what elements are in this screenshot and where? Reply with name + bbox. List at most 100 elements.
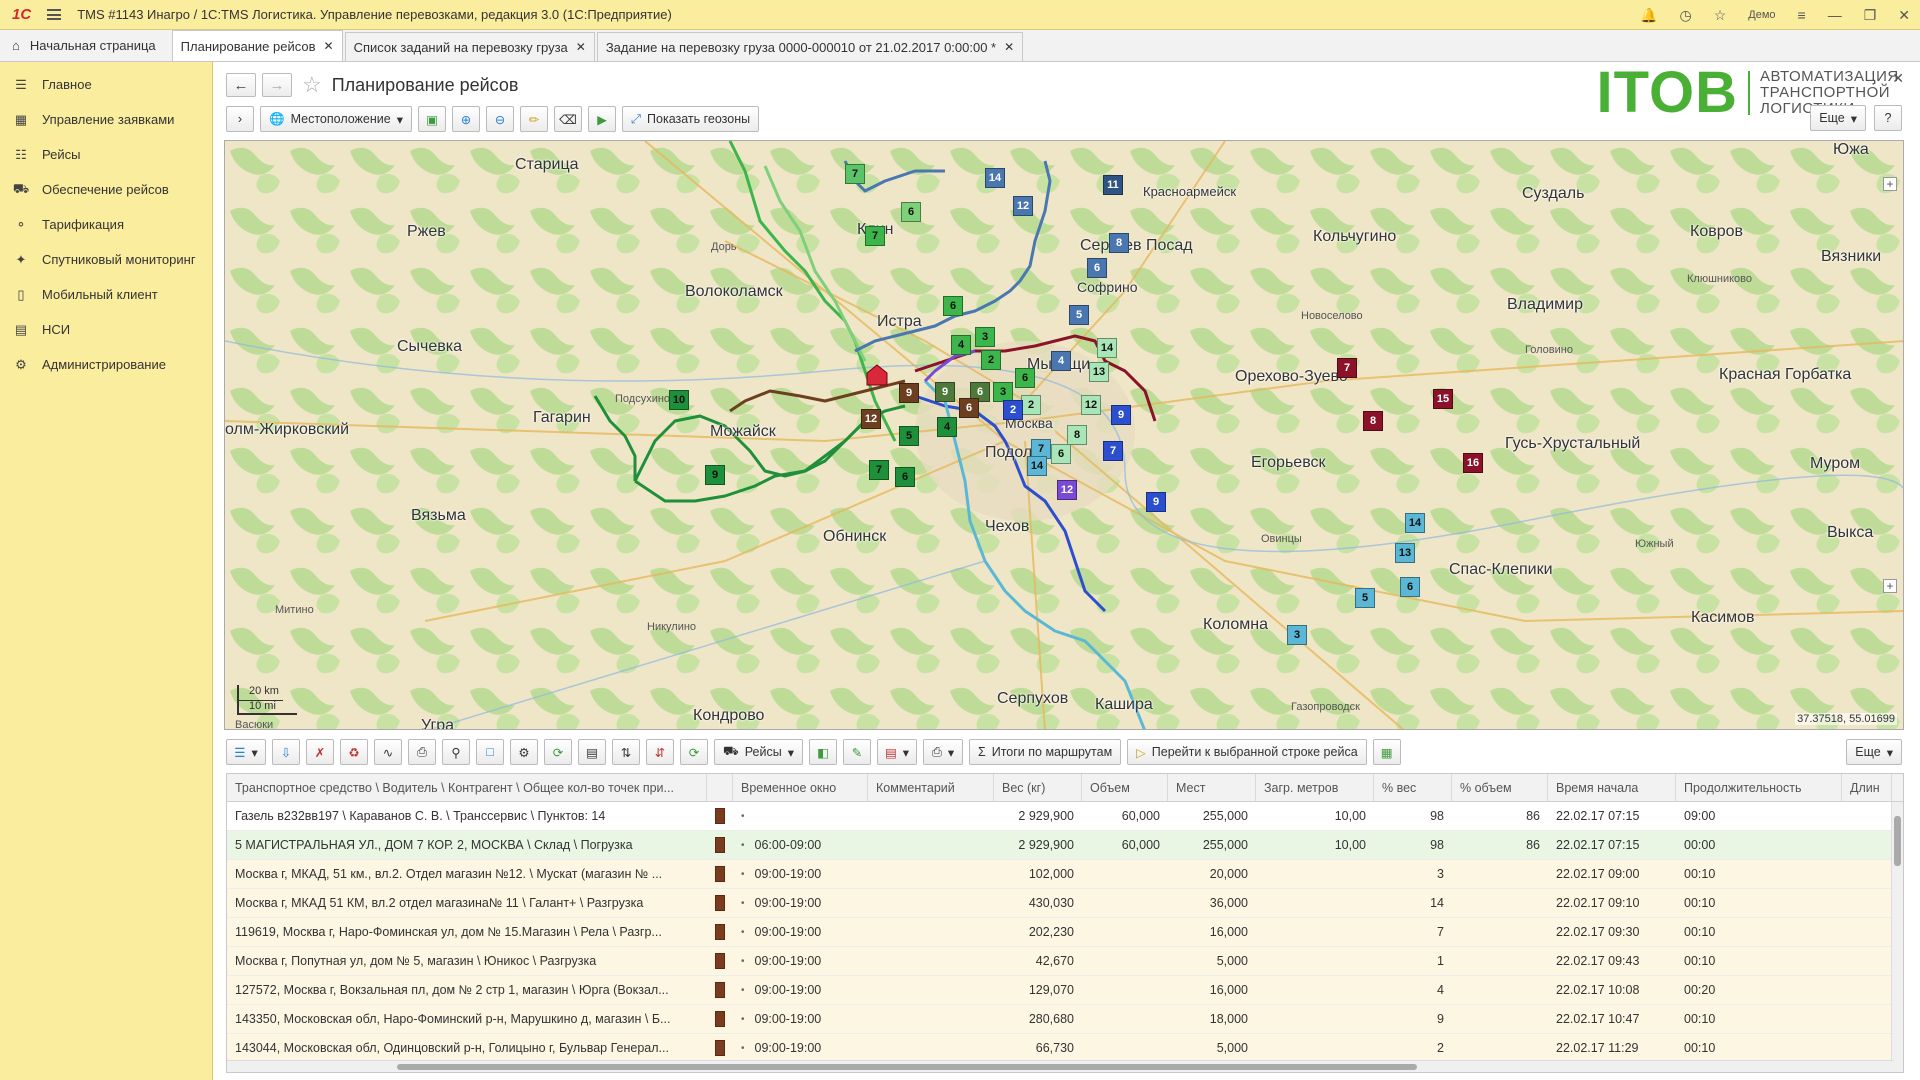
zoom-out-button[interactable]: ⊖ xyxy=(486,106,514,132)
route-point-marker[interactable]: 14 xyxy=(1027,456,1047,476)
table-row[interactable]: Москва г, Попутная ул, дом № 5, магазин … xyxy=(227,947,1903,976)
search-route-button[interactable]: ⚲ xyxy=(442,739,470,765)
group-menu-button[interactable]: ☰ ▾ xyxy=(226,739,266,765)
map-expand-icon[interactable]: + xyxy=(1883,177,1897,191)
route-point-marker[interactable]: 5 xyxy=(1069,305,1089,325)
route-point-marker[interactable]: 8 xyxy=(1067,425,1087,445)
route-point-marker[interactable]: 15 xyxy=(1433,389,1453,409)
route-point-marker[interactable]: 5 xyxy=(1355,588,1375,608)
more-button[interactable]: Еще ▾ xyxy=(1810,105,1866,131)
help-button[interactable]: ? xyxy=(1874,105,1902,131)
route-point-marker[interactable]: 3 xyxy=(1287,625,1307,645)
route-point-marker[interactable]: 6 xyxy=(901,202,921,222)
sidebar-item-trips[interactable]: ☷ Рейсы xyxy=(0,137,212,172)
route-point-marker[interactable]: 13 xyxy=(1395,543,1415,563)
assign-button[interactable]: ♻ xyxy=(340,739,368,765)
route-point-marker[interactable]: 8 xyxy=(1109,233,1129,253)
scroll-thumb[interactable] xyxy=(1894,816,1901,866)
horizontal-scrollbar[interactable] xyxy=(227,1060,1893,1072)
sidebar-item-orders[interactable]: ▦ Управление заявками xyxy=(0,102,212,137)
copy-route-button[interactable]: ⎙ xyxy=(408,739,436,765)
show-geozones-button[interactable]: ⤢ Показать геозоны xyxy=(622,106,760,132)
column-header[interactable]: Продолжительность xyxy=(1676,774,1842,801)
optimize-button[interactable]: ⚙ xyxy=(510,739,538,765)
sort-asc-button[interactable]: ⇅ xyxy=(612,739,640,765)
table-row[interactable]: 119619, Москва г, Наро-Фоминская ул, дом… xyxy=(227,918,1903,947)
route-point-marker[interactable]: 6 xyxy=(1015,368,1035,388)
route-point-marker[interactable]: 12 xyxy=(1013,196,1033,216)
route-point-marker[interactable]: 11 xyxy=(1103,175,1123,195)
close-tab-icon[interactable]: ✕ xyxy=(1004,40,1014,54)
table-row[interactable]: 127572, Москва г, Вокзальная пл, дом № 2… xyxy=(227,976,1903,1005)
route-point-marker[interactable]: 13 xyxy=(1089,362,1109,382)
route-point-marker[interactable]: 14 xyxy=(1405,513,1425,533)
document-button[interactable]: ▤ xyxy=(578,739,606,765)
edit-button[interactable]: ✎ xyxy=(842,739,871,765)
fit-map-button[interactable]: ▣ xyxy=(418,106,446,132)
column-header[interactable]: Объем xyxy=(1082,774,1168,801)
route-point-marker[interactable]: 6 xyxy=(943,296,963,316)
route-point-marker[interactable]: 9 xyxy=(1146,492,1166,512)
close-tab-icon[interactable]: ✕ xyxy=(576,40,586,54)
route-point-marker[interactable]: 14 xyxy=(985,168,1005,188)
excel-button[interactable]: ▦ xyxy=(1372,739,1401,765)
route-point-marker[interactable]: 9 xyxy=(899,383,919,403)
favorites-star-icon[interactable]: ☆ xyxy=(1714,7,1727,24)
sidebar-item-admin[interactable]: ⚙ Администрирование xyxy=(0,347,212,382)
route-point-marker[interactable]: 7 xyxy=(869,460,889,480)
route-map[interactable]: Старица Ржев Волоколамск Сычевка Истра Г… xyxy=(224,140,1904,730)
column-header[interactable]: Транспортное средство \ Водитель \ Контр… xyxy=(227,774,707,801)
column-header[interactable] xyxy=(707,774,733,801)
back-button[interactable]: ← xyxy=(226,73,256,97)
refresh-button[interactable]: ⟳ xyxy=(680,739,708,765)
tab-route-planning[interactable]: Планирование рейсов ✕ xyxy=(171,30,343,61)
main-menu-icon[interactable] xyxy=(47,9,62,20)
route-point-marker[interactable]: 9 xyxy=(1111,405,1131,425)
export-button[interactable]: ⇩ xyxy=(272,739,300,765)
ruler-button[interactable]: ✏ xyxy=(520,106,548,132)
sidebar-item-satellite[interactable]: ✦ Спутниковый мониторинг xyxy=(0,242,212,277)
eraser-button[interactable]: ⌫ xyxy=(554,106,582,132)
tab-home[interactable]: ⌂ Начальная страница xyxy=(0,30,172,61)
location-dropdown[interactable]: 🌐 Местоположение ▾ xyxy=(260,106,412,132)
table-row[interactable]: 143350, Московская обл, Наро-Фоминский р… xyxy=(227,1005,1903,1034)
sidebar-item-mobile[interactable]: ▯ Мобильный клиент xyxy=(0,277,212,312)
close-form-icon[interactable]: ✕ xyxy=(1892,70,1904,87)
user-name[interactable]: Демо xyxy=(1748,9,1775,21)
forward-button[interactable]: → xyxy=(262,73,292,97)
route-point-marker[interactable]: 10 xyxy=(669,390,689,410)
column-header[interactable]: Комментарий xyxy=(868,774,994,801)
column-header[interactable]: Вес (кг) xyxy=(994,774,1082,801)
more-vertical-icon[interactable]: ⋮ xyxy=(1866,70,1880,87)
route-point-marker[interactable]: 9 xyxy=(705,465,725,485)
column-header[interactable]: Длин xyxy=(1842,774,1892,801)
route-point-marker[interactable]: 12 xyxy=(1081,395,1101,415)
table-more-button[interactable]: Еще ▾ xyxy=(1846,739,1902,765)
tab-transport-tasks-list[interactable]: Список заданий на перевозку груза ✕ xyxy=(344,32,595,61)
sidebar-item-tariffs[interactable]: ⚬ Тарификация xyxy=(0,207,212,242)
recalc-button[interactable]: ⟳ xyxy=(544,739,572,765)
table-row[interactable]: 5 МАГИСТРАЛЬНАЯ УЛ., ДОМ 7 КОР. 2, МОСКВ… xyxy=(227,831,1903,860)
sidebar-item-nsi[interactable]: ▤ НСИ xyxy=(0,312,212,347)
expand-panel-button[interactable]: › xyxy=(226,106,254,132)
column-header[interactable]: Мест xyxy=(1168,774,1256,801)
route-point-marker[interactable]: 16 xyxy=(1463,453,1483,473)
favorite-star-icon[interactable]: ☆ xyxy=(302,72,322,98)
route-point-marker[interactable]: 7 xyxy=(1103,441,1123,461)
table-row[interactable]: Газель в232вв197 \ Караванов С. В. \ Тра… xyxy=(227,802,1903,831)
route-point-marker[interactable]: 6 xyxy=(959,398,979,418)
route-point-marker[interactable]: 12 xyxy=(1057,480,1077,500)
vertical-scrollbar[interactable] xyxy=(1891,802,1903,1072)
route-point-marker[interactable]: 2 xyxy=(981,350,1001,370)
map-expand-icon[interactable]: + xyxy=(1883,579,1897,593)
route-point-marker[interactable]: 4 xyxy=(1051,351,1071,371)
route-point-marker[interactable]: 5 xyxy=(899,426,919,446)
route-point-marker[interactable]: 6 xyxy=(1051,444,1071,464)
close-icon[interactable]: ✕ xyxy=(1898,7,1910,24)
route-point-marker[interactable]: 7 xyxy=(1337,358,1357,378)
table-row[interactable]: Москва г, МКАД, 51 км., вл.2. Отдел мага… xyxy=(227,860,1903,889)
restore-icon[interactable]: ❐ xyxy=(1864,7,1877,24)
unpin-button[interactable]: ✗ xyxy=(306,739,334,765)
sidebar-item-main[interactable]: ☰ Главное xyxy=(0,67,212,102)
sort-desc-button[interactable]: ⇵ xyxy=(646,739,674,765)
